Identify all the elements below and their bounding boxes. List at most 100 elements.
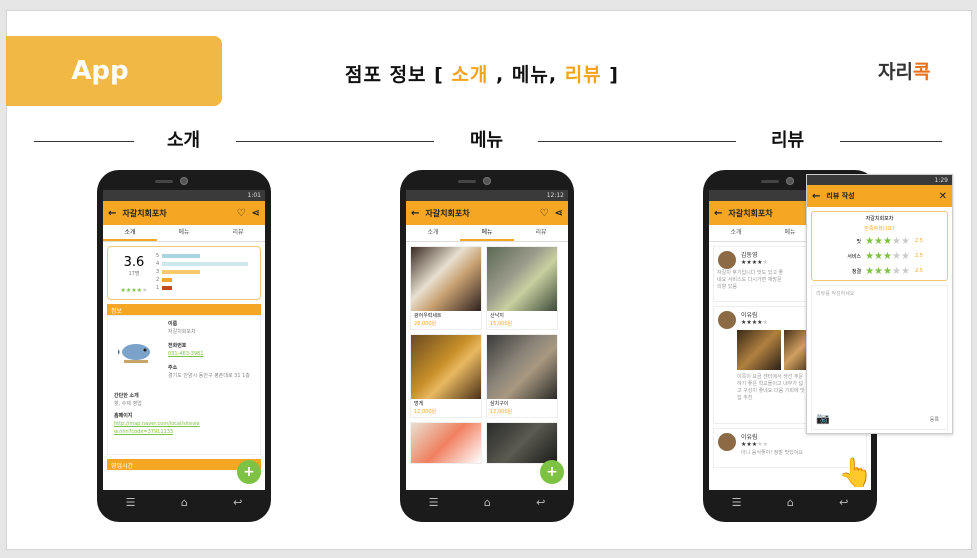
add-fab-button[interactable]: + <box>237 460 261 484</box>
rating-row-cleanliness[interactable]: 청결 ★★★★★ 2.5 <box>815 265 944 277</box>
menu-price: 15,000원 <box>490 321 513 327</box>
title-review: 리뷰 <box>564 64 602 86</box>
bar-fill <box>162 262 248 266</box>
menu-icon[interactable]: ☰ <box>732 496 742 509</box>
tab-intro[interactable]: 소개 <box>406 225 460 241</box>
phone-label: 전화번호 <box>168 343 187 349</box>
section-title-menu: 메뉴 <box>470 130 504 151</box>
heart-icon[interactable]: ♡ <box>540 208 549 219</box>
menu-name: 산낙지 <box>490 313 504 319</box>
back-arrow-icon[interactable]: ← <box>812 191 820 202</box>
rating-row-service[interactable]: 서비스 ★★★★★ 2.5 <box>815 250 944 262</box>
tab-review[interactable]: 리뷰 <box>211 225 265 241</box>
screen-intro: 1:01 ← 자갈치회포차 ♡ ⋖ 소개 메뉴 리뷰 3.6 17명 ★★★★★… <box>103 190 265 490</box>
tab-menu[interactable]: 메뉴 <box>460 225 514 241</box>
phone-menu: 12:12 ← 자갈치회포차 ♡ ⋖ 소개 메뉴 리뷰 광어우럭세트 28,00… <box>400 170 574 522</box>
rating-row-taste[interactable]: 맛 ★★★★★ 2.5 <box>815 235 944 247</box>
dialog-app-bar: ← 리뷰 작성 ✕ <box>807 185 952 207</box>
menu-item[interactable]: 삼치구이 12,000원 <box>486 334 558 418</box>
back-icon[interactable]: ↩ <box>839 496 848 509</box>
brand-part1: 자리 <box>878 61 913 83</box>
food-photo <box>411 247 481 311</box>
address-value: 경기도 안양시 동안구 평촌대로 31 1층 <box>168 373 250 379</box>
tab-bar: 소개 메뉴 리뷰 <box>406 225 568 242</box>
home-icon[interactable]: ⌂ <box>787 496 794 509</box>
homepage-link[interactable]: http://map.naver.com/local/siteview.nhn?… <box>114 420 204 436</box>
star-input[interactable]: ★★★★★ <box>865 251 910 262</box>
score-block: 3.6 17명 ★★★★★ <box>112 251 156 295</box>
rating-label: 맛 <box>856 238 862 245</box>
info-box: 이름 자갈치회포차 전화번호 031-463-3981 주소 경기도 안양시 동… <box>107 315 261 455</box>
tab-intro[interactable]: 소개 <box>103 225 157 241</box>
menu-name: 광어우럭세트 <box>414 313 442 319</box>
menu-item[interactable]: 멍게 12,000원 <box>410 334 482 418</box>
back-arrow-icon[interactable]: ← <box>108 208 116 219</box>
rating-label: 청결 <box>851 268 862 275</box>
menu-item[interactable] <box>410 422 482 464</box>
app-bar: ← 자갈치회포차 ♡ ⋖ <box>406 201 568 225</box>
dialog-title: 리뷰 작성 <box>826 192 855 200</box>
back-icon[interactable]: ↩ <box>233 496 242 509</box>
tab-intro[interactable]: 소개 <box>709 225 763 241</box>
star-input[interactable]: ★★★★★ <box>865 266 910 277</box>
home-icon[interactable]: ⌂ <box>181 496 188 509</box>
dialog-shop-name: 자갈치회포차 <box>865 216 894 222</box>
tab-menu[interactable]: 메뉴 <box>157 225 211 241</box>
heart-icon[interactable]: ♡ <box>237 208 246 219</box>
status-bar: 12:12 <box>406 190 568 201</box>
review-text-input[interactable]: 리뷰를 작성하세요 📷 등록 <box>811 285 948 430</box>
close-icon[interactable]: ✕ <box>939 191 947 202</box>
menu-icon[interactable]: ☰ <box>429 496 439 509</box>
star-rating: ★★★★★ <box>120 287 148 294</box>
nav-bar: ☰ ⌂ ↩ <box>103 490 265 514</box>
rating-count: 17명 <box>128 271 140 277</box>
tab-review[interactable]: 리뷰 <box>514 225 568 241</box>
divider <box>236 141 434 142</box>
title-prefix: 점포 정보 [ <box>345 64 452 86</box>
back-icon[interactable]: ↩ <box>536 496 545 509</box>
bar-row: 4 <box>156 260 256 268</box>
star-rating: ★★★★★ <box>741 441 768 448</box>
slide-title: 점포 정보 [ 소개 , 메뉴, 리뷰 ] <box>345 60 619 87</box>
menu-item[interactable]: 광어우럭세트 28,000원 <box>410 246 482 330</box>
brand-part2: 콕 <box>912 61 931 83</box>
name-value: 자갈치회포차 <box>168 329 196 335</box>
title-intro: 소개 <box>451 64 489 86</box>
shop-title: 자갈치회포차 <box>425 208 470 218</box>
rating-input-card: 자갈치회포차 만족하셨나요? 맛 ★★★★★ 2.5 서비스 ★★★★★ 2.5… <box>811 211 948 281</box>
speaker <box>458 180 476 183</box>
bar-fill <box>162 270 200 274</box>
status-time: 12:12 <box>546 192 564 199</box>
camera-add-icon[interactable]: 📷 <box>816 412 830 425</box>
bar-fill <box>162 286 172 290</box>
submit-button[interactable]: 등록 <box>930 416 939 423</box>
avatar <box>718 251 736 269</box>
app-bar: ← 자갈치회포차 ♡ ⋖ <box>103 201 265 225</box>
review-photo <box>737 330 781 370</box>
nav-bar: ☰ ⌂ ↩ <box>709 490 871 514</box>
home-icon[interactable]: ⌂ <box>484 496 491 509</box>
title-sep2: , <box>548 64 565 86</box>
rating-summary: 3.6 17명 ★★★★★ 5 4 3 2 1 <box>107 246 261 300</box>
menu-item[interactable]: 산낙지 15,000원 <box>486 246 558 330</box>
back-arrow-icon[interactable]: ← <box>411 208 419 219</box>
share-icon[interactable]: ⋖ <box>555 208 563 219</box>
share-icon[interactable]: ⋖ <box>252 208 260 219</box>
back-arrow-icon[interactable]: ← <box>714 208 722 219</box>
phone-intro: 1:01 ← 자갈치회포차 ♡ ⋖ 소개 메뉴 리뷰 3.6 17명 ★★★★★… <box>97 170 271 522</box>
star-input[interactable]: ★★★★★ <box>865 236 910 247</box>
food-photo <box>487 247 557 311</box>
menu-icon[interactable]: ☰ <box>126 496 136 509</box>
fish-logo-icon <box>118 344 150 363</box>
tab-bar: 소개 메뉴 리뷰 <box>103 225 265 242</box>
app-badge: App <box>6 36 222 106</box>
menu-grid: 광어우럭세트 28,000원 산낙지 15,000원 멍게 12,000원 삼치… <box>406 242 568 468</box>
status-bar: 1:29 <box>807 175 952 185</box>
menu-item[interactable] <box>486 422 558 464</box>
add-fab-button[interactable]: + <box>540 460 564 484</box>
phone-link[interactable]: 031-463-3981 <box>168 350 250 358</box>
address-label: 주소 <box>168 365 178 371</box>
review-text: 이쪽이 요금 센터에서 생선 주문하기 좋은 학교들이고 내부가 넓고 구성이 … <box>737 374 805 401</box>
brand-logo: 자리콕 <box>878 57 930 84</box>
info-fields: 이름 자갈치회포차 전화번호 031-463-3981 주소 경기도 안양시 동… <box>168 320 250 380</box>
